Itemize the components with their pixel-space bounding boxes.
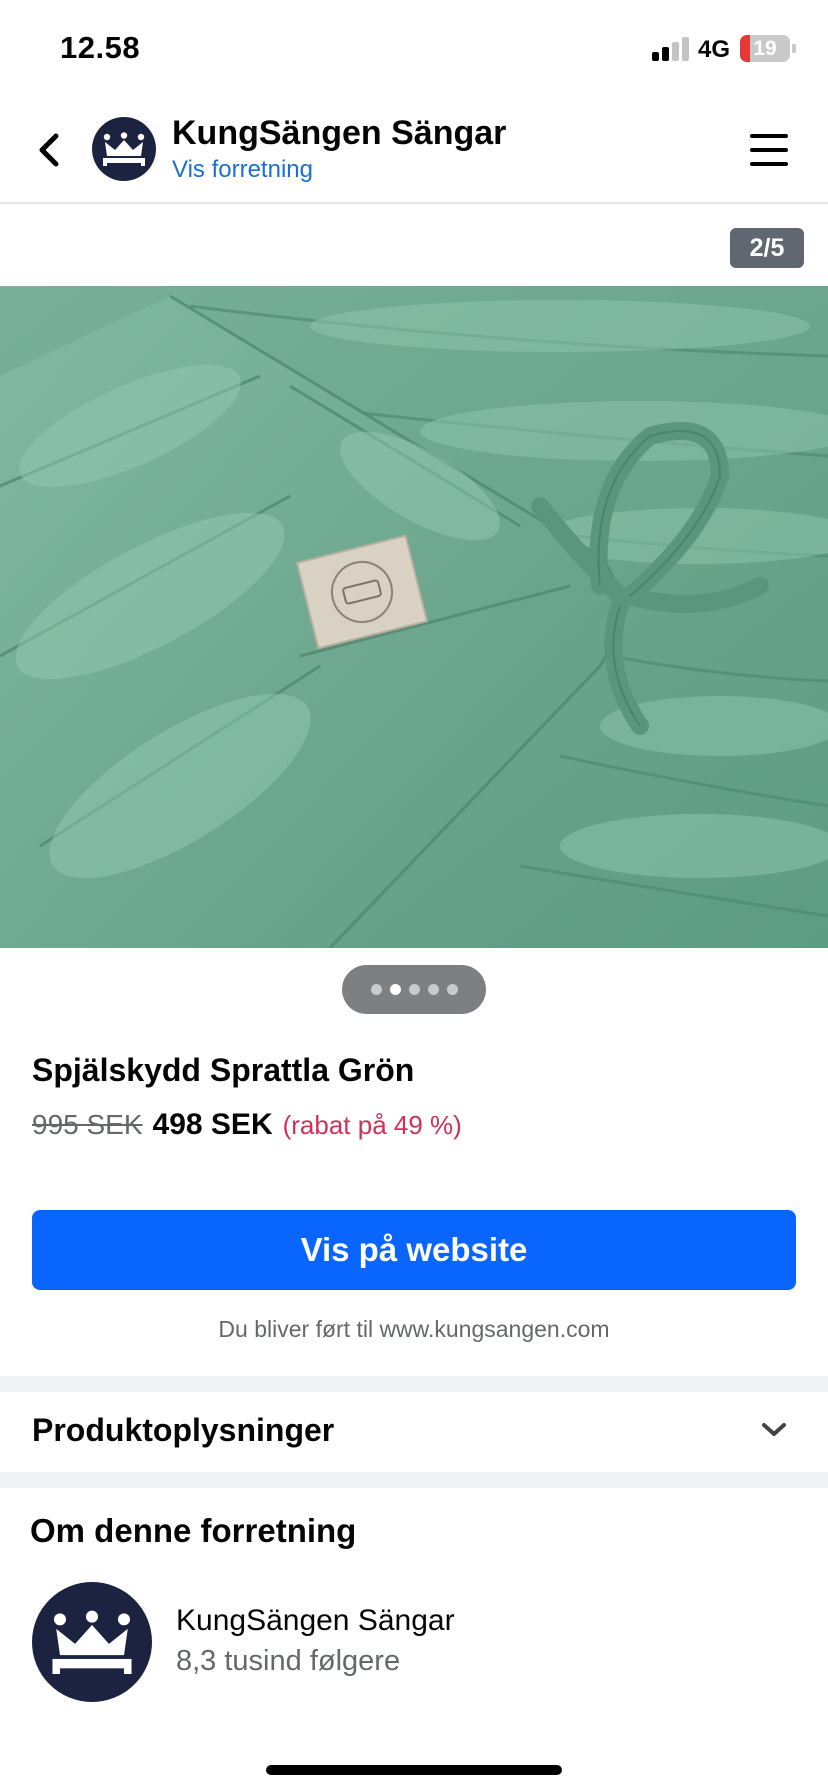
back-button[interactable] bbox=[24, 120, 72, 180]
discount-label: (rabat på 49 %) bbox=[282, 1110, 462, 1140]
battery-icon: 19 bbox=[740, 35, 790, 62]
page-header: KungSängen Sängar Vis forretning bbox=[0, 100, 828, 204]
page-name[interactable]: KungSängen Sängar bbox=[172, 114, 506, 153]
crown-bed-logo bbox=[52, 1610, 132, 1674]
network-type: 4G bbox=[698, 36, 731, 63]
follower-count: 8,3 tusind følgere bbox=[176, 1645, 401, 1677]
image-counter-badge: 2/5 bbox=[730, 228, 804, 268]
view-business-link[interactable]: Vis forretning bbox=[172, 156, 313, 184]
product-info-title: Produktoplysninger bbox=[32, 1412, 335, 1448]
carousel-dot bbox=[446, 984, 458, 995]
carousel-dot bbox=[408, 984, 420, 995]
sale-price: 498 SEK bbox=[152, 1108, 273, 1141]
battery-percent: 19 bbox=[753, 37, 777, 60]
section-divider bbox=[0, 1472, 828, 1488]
chevron-left-icon bbox=[39, 133, 59, 167]
status-bar: 12.58 4G 19 bbox=[0, 0, 828, 100]
about-business-title: Om denne forretning bbox=[30, 1512, 357, 1549]
carousel-indicator bbox=[342, 965, 486, 1014]
product-image[interactable] bbox=[0, 286, 828, 948]
page-avatar[interactable] bbox=[92, 117, 156, 181]
menu-button[interactable] bbox=[744, 128, 796, 172]
product-info-section[interactable]: Produktoplysninger bbox=[0, 1392, 828, 1472]
price-row: 995 SEK 498 SEK (rabat på 49 %) bbox=[32, 1108, 462, 1148]
business-name[interactable]: KungSängen Sängar bbox=[176, 1604, 455, 1638]
home-indicator[interactable] bbox=[266, 1765, 562, 1775]
crown-bed-logo bbox=[103, 132, 145, 166]
product-title: Spjälskydd Sprattla Grön bbox=[32, 1052, 415, 1088]
view-on-website-button[interactable]: Vis på website bbox=[32, 1210, 796, 1290]
carousel-dot bbox=[370, 984, 382, 995]
old-price: 995 SEK bbox=[32, 1109, 143, 1140]
section-divider bbox=[0, 1376, 828, 1392]
carousel-dot-active bbox=[389, 984, 401, 995]
hamburger-menu-icon bbox=[750, 134, 788, 138]
redirect-note: Du bliver ført til www.kungsangen.com bbox=[218, 1316, 610, 1342]
product-photo-green-quilted-bumper bbox=[0, 286, 828, 948]
cellular-signal-icon bbox=[652, 37, 690, 61]
status-time: 12.58 bbox=[60, 30, 141, 65]
carousel-dot bbox=[427, 984, 439, 995]
battery-tip bbox=[792, 44, 796, 53]
chevron-down-icon[interactable] bbox=[754, 1410, 794, 1450]
business-avatar[interactable] bbox=[32, 1582, 152, 1702]
